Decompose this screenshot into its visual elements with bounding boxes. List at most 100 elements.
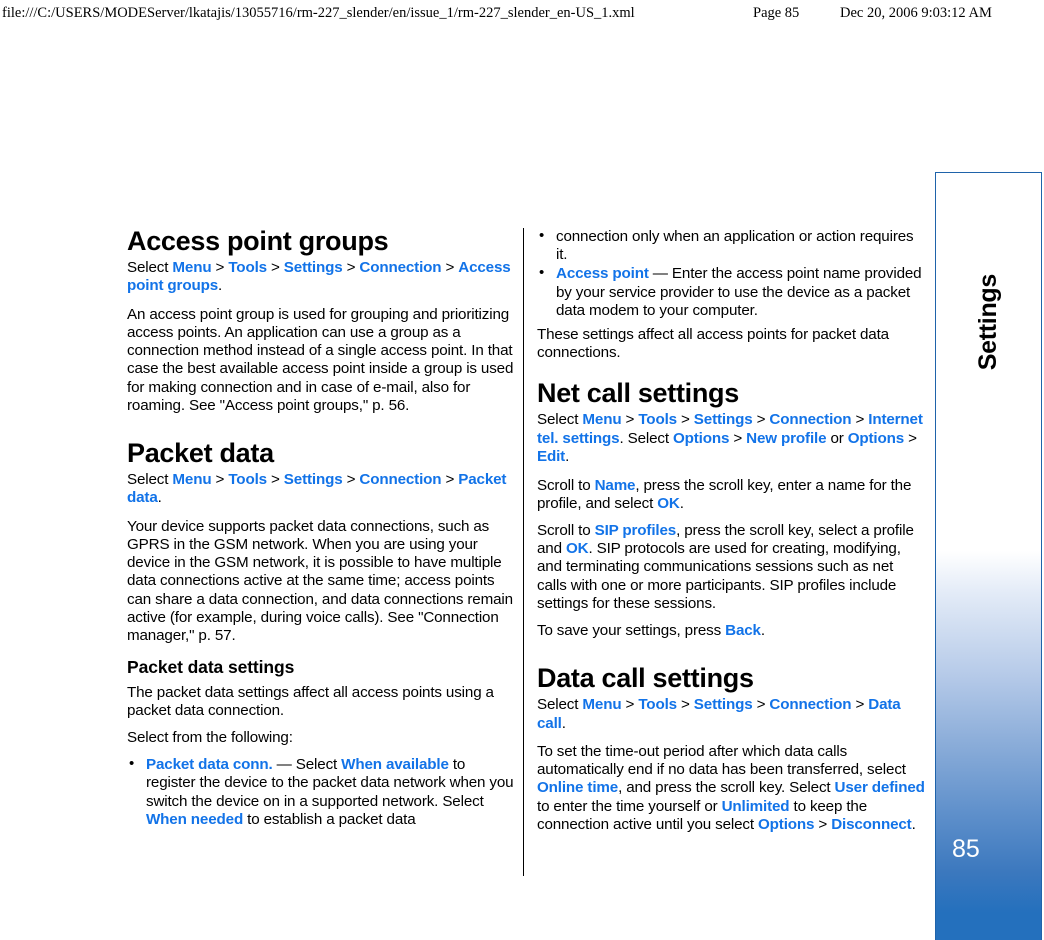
path-separator: >: [441, 471, 459, 489]
path-item-connection: Connection: [769, 696, 852, 714]
list-item-access-point: Access point — Enter the access point na…: [537, 264, 925, 320]
text-part: to enter the time yourself or: [537, 797, 722, 815]
path-item-new-profile: New profile: [746, 429, 827, 447]
path-item-options-2: Options: [847, 429, 905, 447]
paragraph-data-call-timeout: To set the time-out period after which d…: [537, 743, 925, 834]
path-item-menu: Menu: [172, 471, 212, 489]
menu-path-packet-data: Select Menu > Tools > Settings > Connect…: [127, 471, 515, 508]
path-separator: >: [211, 259, 229, 276]
path-separator: >: [851, 411, 869, 429]
ui-label-options: Options: [758, 815, 815, 833]
path-item-edit: Edit: [537, 448, 566, 466]
paragraph-these-settings-affect: These settings affect all access points …: [537, 326, 889, 362]
bullet-text-2: to establish a packet data: [243, 810, 416, 828]
path-item-settings: Settings: [283, 259, 343, 276]
path-separator: >: [621, 411, 639, 429]
text-part: Scroll to: [537, 476, 595, 494]
text-part: . SIP protocols are used for creating, m…: [537, 540, 901, 612]
heading-data-call-settings: Data call settings: [537, 663, 754, 694]
path-separator: >: [752, 411, 770, 429]
bullet-term-access-point: Access point: [556, 265, 649, 283]
path-item-menu: Menu: [172, 259, 212, 276]
path-prefix: Select: [127, 471, 173, 489]
path-separator: >: [676, 411, 694, 429]
ui-label-disconnect: Disconnect: [831, 815, 912, 833]
path-suffix: .: [218, 277, 223, 295]
path-suffix: .: [561, 714, 566, 732]
bullet-list-packet-data-settings: Packet data conn. — Select When availabl…: [127, 755, 515, 829]
path-separator: >: [621, 696, 639, 714]
ui-label-ok-2: OK: [565, 540, 589, 558]
path-separator: >: [676, 696, 694, 714]
path-separator: >: [752, 696, 770, 714]
bullet-value-when-needed: When needed: [146, 810, 244, 828]
text-part: To set the time-out period after which d…: [537, 743, 906, 779]
column-divider: [523, 228, 524, 876]
ui-label-online-time: Online time: [537, 779, 619, 797]
subheading-packet-data-settings: Packet data settings: [127, 657, 295, 678]
path-item-tools: Tools: [638, 696, 677, 714]
paragraph-scroll-to-name: Scroll to Name, press the scroll key, en…: [537, 477, 925, 513]
path-item-settings: Settings: [693, 411, 753, 429]
text-part: .: [679, 494, 684, 512]
text-part: Scroll to: [537, 522, 595, 540]
ui-label-ok: OK: [657, 494, 680, 512]
menu-path-net-call-settings: Select Menu > Tools > Settings > Connect…: [537, 411, 925, 466]
list-item-continuation: connection only when an application or a…: [537, 227, 925, 264]
path-separator: >: [904, 429, 917, 447]
ui-label-name: Name: [594, 476, 636, 494]
path-separator: >: [814, 815, 832, 833]
paragraph-to-save-your-settings: To save your settings, press Back.: [537, 622, 925, 640]
path-separator: >: [266, 471, 284, 489]
bullet-list-continued: connection only when an application or a…: [537, 227, 925, 320]
bullet-value-when-available: When available: [341, 756, 449, 774]
chapter-tab-strip: [935, 172, 1042, 940]
heading-packet-data: Packet data: [127, 438, 274, 469]
heading-net-call-settings: Net call settings: [537, 378, 739, 409]
ui-label-unlimited: Unlimited: [721, 797, 790, 815]
path-suffix: .: [565, 448, 570, 466]
text-part: .: [911, 815, 916, 833]
path-item-options: Options: [672, 429, 730, 447]
path-separator: >: [211, 471, 229, 489]
path-prefix: Select: [127, 259, 173, 276]
paragraph-packet-data-settings-1: The packet data settings affect all acce…: [127, 683, 494, 719]
ui-label-sip-profiles: SIP profiles: [594, 522, 677, 540]
path-prefix: Select: [537, 411, 583, 429]
page-number: 85: [952, 835, 980, 863]
path-mid: . Select: [619, 429, 673, 447]
path-item-menu: Menu: [582, 411, 622, 429]
text-part: , and press the scroll key. Select: [618, 779, 835, 797]
path-separator: >: [441, 259, 459, 276]
path-item-tools: Tools: [638, 411, 677, 429]
paragraph-scroll-to-sip-profiles: Scroll to SIP profiles, press the scroll…: [537, 522, 925, 613]
bullet-term-packet-data-conn: Packet data conn.: [146, 756, 273, 774]
path-suffix: .: [157, 489, 162, 507]
path-item-connection: Connection: [359, 471, 442, 489]
paragraph-packet-data-body: Your device supports packet data connect…: [127, 517, 513, 645]
paragraph-access-point-groups-body: An access point group is used for groupi…: [127, 305, 514, 414]
path-item-settings: Settings: [693, 696, 753, 714]
ui-label-back: Back: [725, 622, 761, 640]
text-part: To save your settings, press: [537, 622, 726, 640]
path-separator: >: [266, 259, 284, 276]
menu-path-data-call: Select Menu > Tools > Settings > Connect…: [537, 696, 925, 733]
path-separator: >: [851, 696, 869, 714]
path-item-settings: Settings: [283, 471, 343, 489]
text-part: .: [760, 622, 765, 640]
path-item-menu: Menu: [582, 696, 622, 714]
path-item-connection: Connection: [769, 411, 852, 429]
path-item-tools: Tools: [228, 471, 267, 489]
path-or: or: [826, 429, 848, 447]
document-page: Access point groups Select Menu > Tools …: [0, 0, 1044, 940]
right-column: connection only when an application or a…: [537, 227, 925, 843]
menu-path-access-point-groups: Select Menu > Tools > Settings > Connect…: [127, 259, 515, 296]
ui-label-user-defined: User defined: [834, 779, 925, 797]
path-separator: >: [342, 471, 360, 489]
path-prefix: Select: [537, 696, 583, 714]
path-separator: >: [342, 259, 360, 276]
bullet-dash: — Select: [272, 756, 342, 774]
path-item-tools: Tools: [228, 259, 267, 276]
left-column: Access point groups Select Menu > Tools …: [127, 228, 515, 835]
heading-access-point-groups: Access point groups: [127, 226, 389, 256]
